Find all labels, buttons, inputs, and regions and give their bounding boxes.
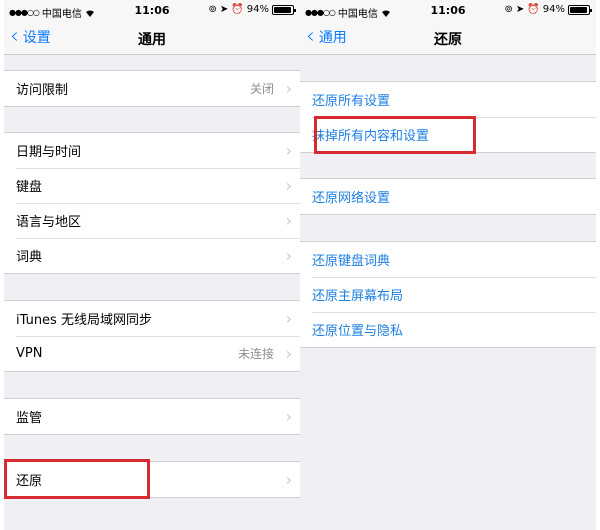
list-item-dictionary[interactable]: 词典 › [4, 238, 300, 273]
page-title: 还原 [434, 32, 462, 48]
chevron-right-icon: › [285, 344, 292, 363]
reset-home-screen-layout-button[interactable]: 还原主屏幕布局 [300, 277, 596, 312]
list-item-keyboard[interactable]: 键盘 › [4, 168, 300, 203]
list-item-supervision[interactable]: 监管 › [4, 399, 300, 434]
list-item-label: VPN [16, 346, 43, 361]
status-right: ⊚ ➤ ⏰ 94% [504, 4, 592, 15]
list-item-language-region[interactable]: 语言与地区 › [4, 203, 300, 238]
reset-all-settings-button[interactable]: 还原所有设置 [300, 82, 596, 117]
list-item-date-time[interactable]: 日期与时间 › [4, 133, 300, 168]
location-icon: ➤ [515, 4, 525, 15]
orientation-lock-icon: ⊚ [504, 4, 513, 15]
list-item-label: 还原位置与隐私 [312, 324, 404, 339]
status-bar: ●●●○○ 中国电信 11:06 ⊚ ➤ ⏰ 94% [4, 0, 300, 22]
list-item-vpn[interactable]: VPN 未连接 › [4, 336, 300, 371]
alarm-icon: ⏰ [231, 4, 244, 15]
top-bar: ●●●○○ 中国电信 11:06 ⊚ ➤ ⏰ 94% ‹ 设置 通用 [4, 0, 300, 55]
list-item-itunes-wifi-sync[interactable]: iTunes 无线局域网同步 › [4, 301, 300, 336]
alarm-icon: ⏰ [527, 4, 540, 15]
list-item-label: 监管 [16, 411, 43, 426]
battery-icon [568, 4, 592, 15]
chevron-right-icon: › [285, 211, 292, 230]
chevron-right-icon: › [285, 470, 292, 489]
chevron-right-icon: › [285, 176, 292, 195]
list-item-label: iTunes 无线局域网同步 [16, 313, 152, 328]
list-item-label: 日期与时间 [16, 145, 82, 160]
settings-group-supervision: 监管 › [4, 398, 300, 435]
settings-group-input: 日期与时间 › 键盘 › 语言与地区 › 词典 › [4, 132, 300, 274]
reset-network-settings-button[interactable]: 还原网络设置 [300, 179, 596, 214]
settings-group-restrictions: 访问限制 关闭 › [4, 70, 300, 107]
top-bar: ●●●○○ 中国电信 11:06 ⊚ ➤ ⏰ 94% ‹ 通用 还原 [300, 0, 596, 55]
reset-group-misc: 还原键盘词典 还原主屏幕布局 还原位置与隐私 [300, 241, 596, 348]
battery-icon [272, 4, 296, 15]
chevron-right-icon: › [285, 246, 292, 265]
general-settings-screen: ●●●○○ 中国电信 11:06 ⊚ ➤ ⏰ 94% ‹ 设置 通用 访问限制 [4, 0, 300, 530]
chevron-right-icon: › [285, 141, 292, 160]
list-item-label: 语言与地区 [16, 215, 82, 230]
list-item-label: 还原主屏幕布局 [312, 289, 404, 304]
page-title: 通用 [138, 32, 166, 48]
navigation-bar: ‹ 设置 通用 [4, 22, 300, 55]
highlight-box-reset [4, 459, 150, 499]
chevron-right-icon: › [285, 407, 292, 426]
orientation-lock-icon: ⊚ [208, 4, 217, 15]
settings-group-sync: iTunes 无线局域网同步 › VPN 未连接 › [4, 300, 300, 372]
chevron-right-icon: › [285, 79, 292, 98]
battery-percent: 94% [542, 4, 565, 15]
list-item-label: 还原所有设置 [312, 94, 391, 109]
list-item-detail: 关闭 [249, 82, 274, 96]
reset-location-privacy-button[interactable]: 还原位置与隐私 [300, 312, 596, 347]
status-bar: ●●●○○ 中国电信 11:06 ⊚ ➤ ⏰ 94% [300, 0, 596, 22]
list-item-label: 键盘 [16, 180, 43, 195]
reset-group-network: 还原网络设置 [300, 178, 596, 215]
navigation-bar: ‹ 通用 还原 [300, 22, 596, 55]
list-item-label: 还原键盘词典 [312, 254, 391, 269]
list-item-label: 词典 [16, 250, 43, 265]
battery-percent: 94% [246, 4, 269, 15]
list-item-restrictions[interactable]: 访问限制 关闭 › [4, 71, 300, 106]
reset-screen: ●●●○○ 中国电信 11:06 ⊚ ➤ ⏰ 94% ‹ 通用 还原 还原所有设… [300, 0, 596, 530]
list-item-label: 还原网络设置 [312, 191, 391, 206]
location-icon: ➤ [219, 4, 229, 15]
highlight-box-erase-all [314, 116, 476, 154]
chevron-right-icon: › [285, 309, 292, 328]
list-item-detail: 未连接 [237, 347, 274, 361]
list-item-label: 访问限制 [16, 83, 69, 98]
reset-keyboard-dictionary-button[interactable]: 还原键盘词典 [300, 242, 596, 277]
status-right: ⊚ ➤ ⏰ 94% [208, 4, 296, 15]
